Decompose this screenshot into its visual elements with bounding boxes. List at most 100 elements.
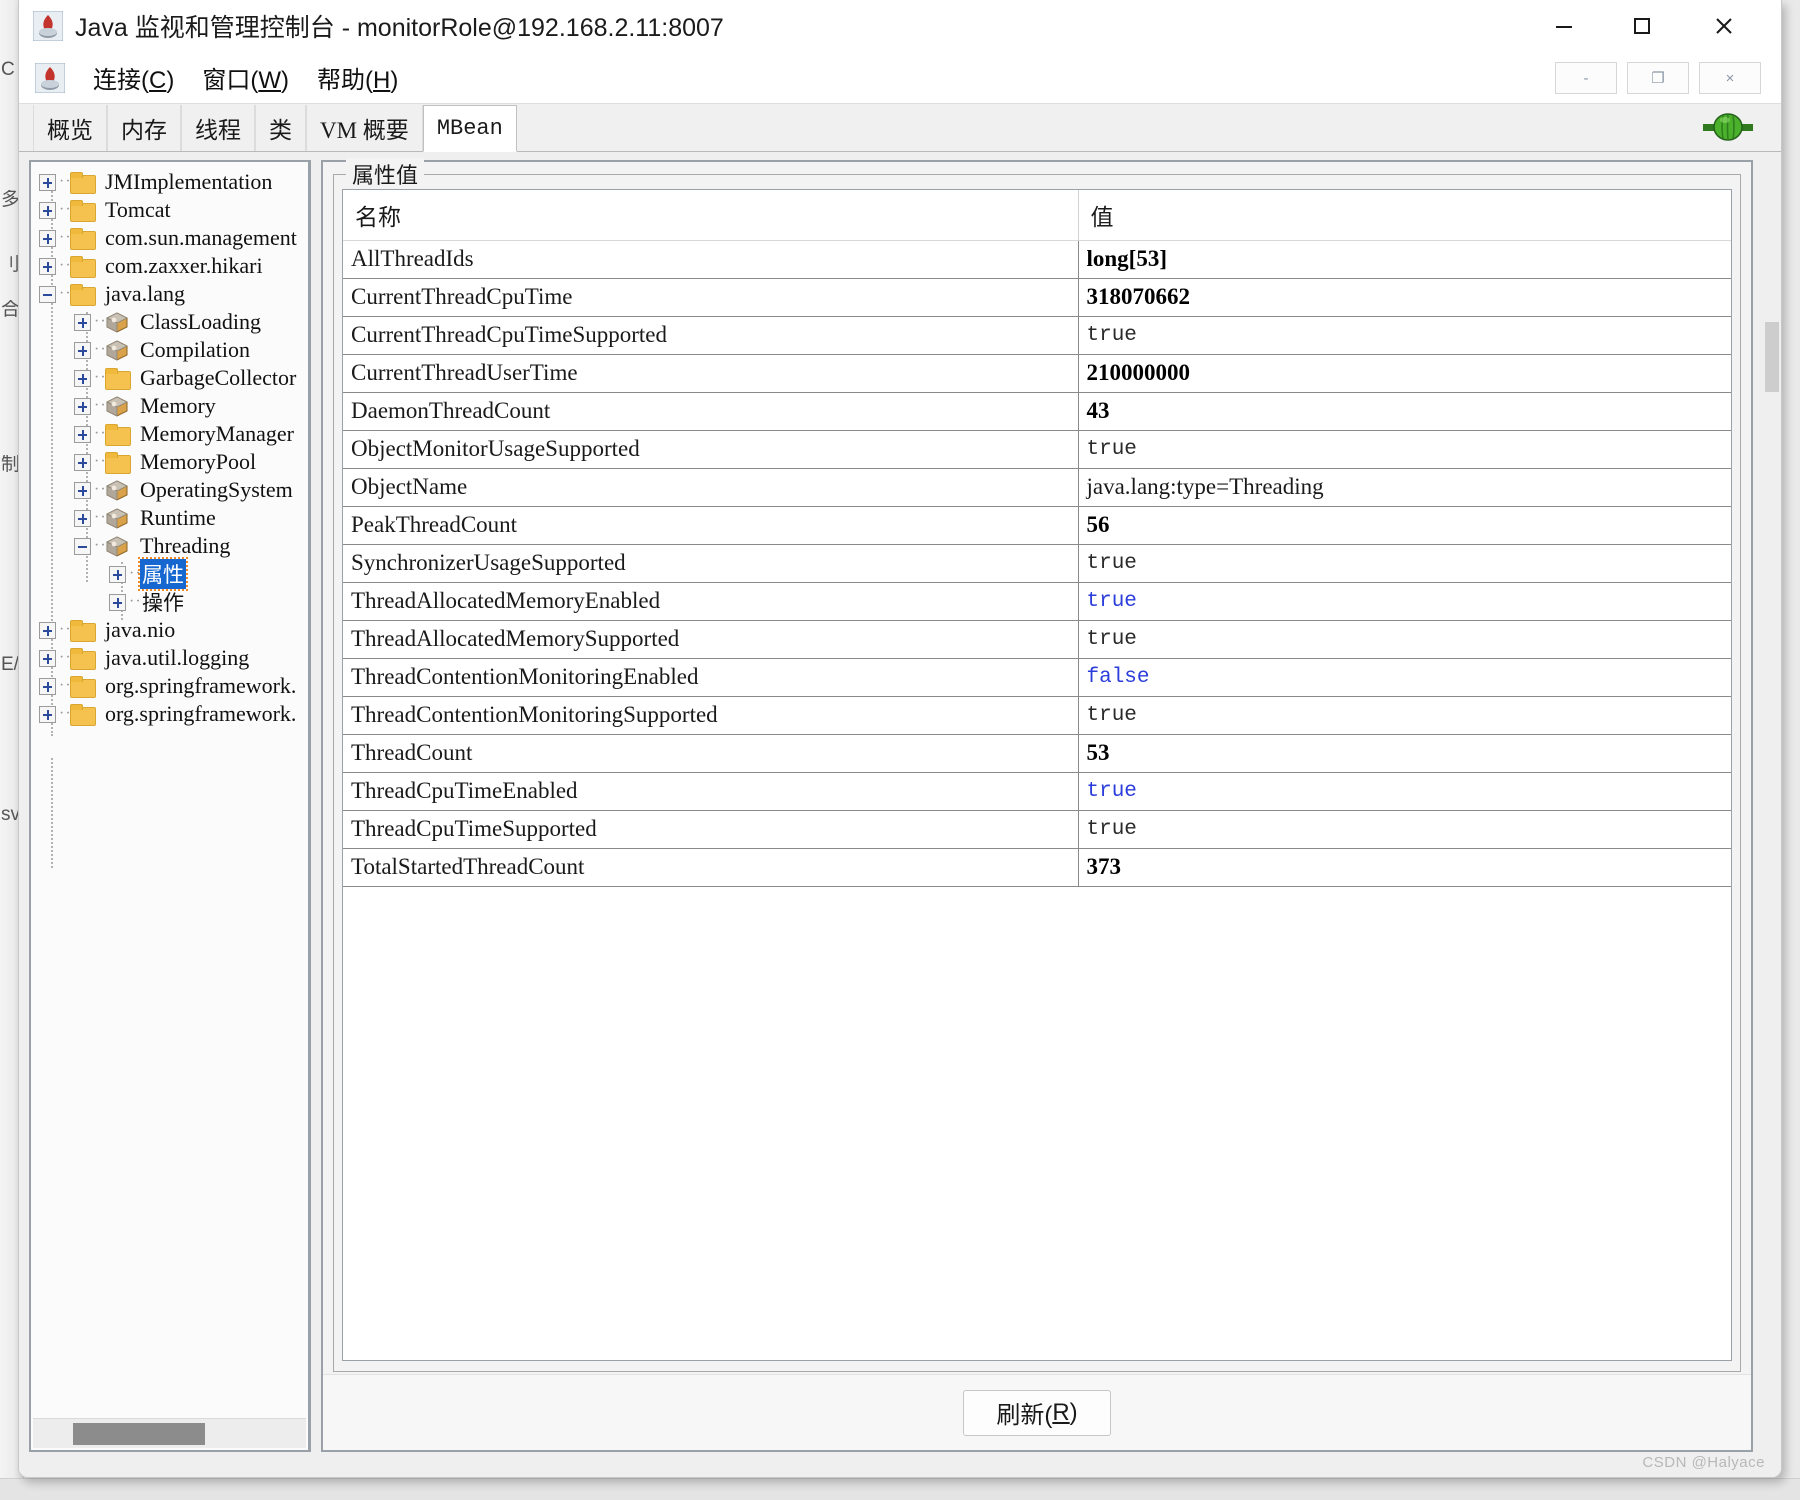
attribute-name-cell[interactable]: ThreadContentionMonitoringSupported: [343, 695, 1079, 735]
tree-node[interactable]: ·· Compilation: [31, 336, 308, 364]
tree-node[interactable]: ·· 属性: [31, 557, 308, 591]
tree-node[interactable]: ·· Threading: [31, 532, 308, 560]
internal-minimize-button[interactable]: -: [1555, 62, 1617, 94]
attribute-name-cell[interactable]: ObjectName: [343, 467, 1079, 507]
attribute-value-cell[interactable]: true: [1078, 315, 1731, 355]
tree-node[interactable]: ·· org.springframework.: [31, 700, 308, 728]
tree-node[interactable]: ·· com.sun.management: [31, 224, 308, 252]
attribute-row[interactable]: PeakThreadCount 56: [343, 505, 1731, 545]
attribute-value-cell[interactable]: 56: [1078, 505, 1731, 545]
attribute-value-cell[interactable]: 43: [1078, 391, 1731, 431]
attribute-row[interactable]: ObjectMonitorUsageSupported true: [343, 429, 1731, 469]
attribute-value-cell[interactable]: 53: [1078, 733, 1731, 773]
tree-expand-icon[interactable]: [74, 369, 91, 387]
attribute-value-cell[interactable]: true: [1078, 619, 1731, 659]
tree-expand-icon[interactable]: [74, 425, 91, 443]
attribute-value-cell[interactable]: true: [1078, 695, 1731, 735]
tree-expand-icon[interactable]: [39, 229, 56, 247]
tab-threads[interactable]: 线程: [181, 105, 255, 151]
attribute-value-cell[interactable]: true: [1078, 809, 1731, 849]
tree-expand-icon[interactable]: [74, 313, 91, 331]
tree-expand-icon[interactable]: [39, 621, 56, 639]
tab-overview[interactable]: 概览: [33, 105, 107, 151]
window-close-button[interactable]: [1693, 0, 1755, 52]
attribute-name-cell[interactable]: ThreadCpuTimeSupported: [343, 809, 1079, 849]
attribute-value-cell[interactable]: long[53]: [1078, 239, 1731, 279]
attribute-name-cell[interactable]: CurrentThreadCpuTimeSupported: [343, 315, 1079, 355]
content-vertical-scrollbar[interactable]: [1763, 322, 1781, 1472]
attributes-table-container[interactable]: 名称 值 AllThreadIds long[53] CurrentThreadCp…: [342, 189, 1732, 1361]
internal-restore-button[interactable]: ❐: [1627, 62, 1689, 94]
tree-expand-icon[interactable]: [74, 453, 91, 471]
attribute-row[interactable]: ThreadAllocatedMemorySupported true: [343, 619, 1731, 659]
attribute-value-cell[interactable]: java.lang:type=Threading: [1078, 467, 1731, 507]
tree-node[interactable]: ·· com.zaxxer.hikari: [31, 252, 308, 280]
attribute-value-cell[interactable]: 373: [1078, 847, 1731, 887]
attribute-row[interactable]: ThreadCount 53: [343, 733, 1731, 773]
attribute-value-cell[interactable]: false: [1078, 657, 1731, 697]
tree-node[interactable]: ·· JMImplementation: [31, 168, 308, 196]
internal-close-button[interactable]: ×: [1699, 62, 1761, 94]
attribute-name-cell[interactable]: CurrentThreadCpuTime: [343, 277, 1079, 317]
tree-expand-icon[interactable]: [39, 649, 56, 667]
tree-node[interactable]: ·· org.springframework.: [31, 672, 308, 700]
column-header-name[interactable]: 名称: [343, 190, 1079, 241]
tree-horizontal-scrollbar[interactable]: [33, 1418, 306, 1448]
tree-expand-icon[interactable]: [74, 341, 91, 359]
attribute-name-cell[interactable]: AllThreadIds: [343, 239, 1079, 279]
tree-collapse-icon[interactable]: [74, 537, 91, 555]
attribute-value-cell[interactable]: true: [1078, 581, 1731, 621]
attribute-value-cell[interactable]: true: [1078, 429, 1731, 469]
mbean-tree[interactable]: ·· JMImplementation ·· Tomcat ·· com.sun.mana…: [31, 162, 308, 1414]
tree-node[interactable]: ·· ClassLoading: [31, 308, 308, 336]
attribute-row[interactable]: CurrentThreadCpuTime 318070662: [343, 277, 1731, 317]
attribute-name-cell[interactable]: DaemonThreadCount: [343, 391, 1079, 431]
tab-vm-summary[interactable]: VM 概要: [306, 105, 423, 151]
attribute-row[interactable]: ThreadContentionMonitoringSupported true: [343, 695, 1731, 735]
tree-expand-icon[interactable]: [74, 509, 91, 527]
tree-node[interactable]: ·· MemoryManager: [31, 420, 308, 448]
attribute-row[interactable]: AllThreadIds long[53]: [343, 239, 1731, 279]
attribute-name-cell[interactable]: ObjectMonitorUsageSupported: [343, 429, 1079, 469]
tree-expand-icon[interactable]: [74, 481, 91, 499]
attribute-value-cell[interactable]: true: [1078, 771, 1731, 811]
tab-mbean[interactable]: MBean: [422, 105, 517, 152]
tree-expand-icon[interactable]: [39, 257, 56, 275]
attribute-name-cell[interactable]: ThreadAllocatedMemoryEnabled: [343, 581, 1079, 621]
content-scrollbar-thumb[interactable]: [1765, 322, 1779, 392]
tree-expand-icon[interactable]: [39, 677, 56, 695]
tree-expand-icon[interactable]: [39, 705, 56, 723]
column-header-value[interactable]: 值: [1078, 190, 1731, 241]
attribute-name-cell[interactable]: SynchronizerUsageSupported: [343, 543, 1079, 583]
attribute-name-cell[interactable]: ThreadContentionMonitoringEnabled: [343, 657, 1079, 697]
menu-item-help[interactable]: 帮助(H): [317, 60, 398, 95]
tree-collapse-icon[interactable]: [39, 285, 56, 303]
tree-node[interactable]: ·· Tomcat: [31, 196, 308, 224]
attribute-row[interactable]: ThreadCpuTimeEnabled true: [343, 771, 1731, 811]
attribute-name-cell[interactable]: PeakThreadCount: [343, 505, 1079, 545]
window-maximize-button[interactable]: [1611, 0, 1673, 52]
attribute-name-cell[interactable]: ThreadCpuTimeEnabled: [343, 771, 1079, 811]
tree-node[interactable]: ·· GarbageCollector: [31, 364, 308, 392]
attribute-row[interactable]: SynchronizerUsageSupported true: [343, 543, 1731, 583]
tree-expand-icon[interactable]: [109, 593, 126, 611]
tree-node[interactable]: ·· Memory: [31, 392, 308, 420]
attribute-row[interactable]: ThreadCpuTimeSupported true: [343, 809, 1731, 849]
menu-item-window[interactable]: 窗口(W): [202, 60, 289, 95]
refresh-button[interactable]: 刷新(R): [963, 1389, 1111, 1436]
attribute-name-cell[interactable]: ThreadCount: [343, 733, 1079, 773]
tree-node[interactable]: ·· java.lang: [31, 280, 308, 308]
window-minimize-button[interactable]: [1533, 0, 1595, 52]
tree-node[interactable]: ·· MemoryPool: [31, 448, 308, 476]
tree-node[interactable]: ·· Runtime: [31, 504, 308, 532]
attribute-value-cell[interactable]: 318070662: [1078, 277, 1731, 317]
tree-expand-icon[interactable]: [39, 173, 56, 191]
tree-node[interactable]: ·· java.util.logging: [31, 644, 308, 672]
attribute-name-cell[interactable]: CurrentThreadUserTime: [343, 353, 1079, 393]
attribute-row[interactable]: ThreadAllocatedMemoryEnabled true: [343, 581, 1731, 621]
menu-item-connection[interactable]: 连接(C): [93, 60, 174, 95]
attribute-row[interactable]: CurrentThreadCpuTimeSupported true: [343, 315, 1731, 355]
tab-classes[interactable]: 类: [255, 105, 306, 151]
attribute-row[interactable]: ObjectName java.lang:type=Threading: [343, 467, 1731, 507]
tree-node[interactable]: ·· 操作: [31, 588, 308, 616]
